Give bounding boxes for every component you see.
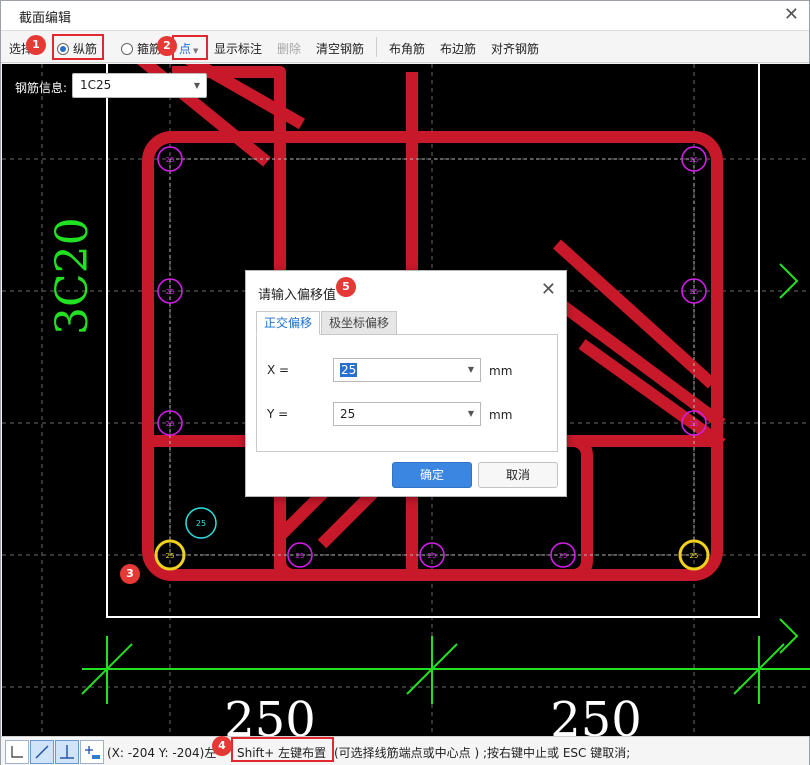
x-offset-value: 25 bbox=[340, 363, 358, 377]
badge-3: 3 bbox=[120, 564, 140, 584]
chevron-down-icon: ▼ bbox=[467, 365, 474, 374]
section-editor-window: 截面编辑 ✕ 选择 纵筋 箍筋 点 ▼ 显示标注 删除 清空钢筋 布角筋 布边筋 … bbox=[0, 0, 810, 765]
rebar-info-value: 1C25 bbox=[80, 78, 112, 92]
badge-4: 4 bbox=[212, 736, 232, 756]
rebar-label: 25 bbox=[690, 420, 699, 428]
close-icon[interactable]: ✕ bbox=[541, 279, 556, 300]
y-unit: mm bbox=[489, 408, 513, 422]
toolbar: 选择 纵筋 箍筋 点 ▼ 显示标注 删除 清空钢筋 布角筋 布边筋 对齐钢筋 bbox=[1, 31, 809, 63]
chevron-down-icon: ▼ bbox=[467, 409, 474, 418]
x-label: X = bbox=[267, 363, 290, 377]
dialog-title: 请输入偏移值 bbox=[258, 288, 337, 303]
title-bar: 截面编辑 ✕ bbox=[1, 1, 809, 31]
badge-1: 1 bbox=[26, 35, 46, 55]
offset-dialog: 请输入偏移值 ✕ 正交偏移 极坐标偏移 X = 25 ▼ mm Y = 25 ▼… bbox=[245, 270, 567, 497]
badge-5: 5 bbox=[336, 277, 356, 297]
stirrup-radio[interactable]: 箍筋 bbox=[121, 40, 161, 57]
ortho-snap-icon[interactable] bbox=[5, 740, 29, 764]
edge-rebar-button[interactable]: 布边筋 bbox=[440, 40, 476, 57]
rebar-label: 25 bbox=[296, 552, 305, 560]
y-label: Y = bbox=[267, 407, 289, 421]
rebar-info-label: 钢筋信息: bbox=[15, 81, 68, 95]
badge-2: 2 bbox=[157, 36, 177, 56]
rebar-info-select[interactable]: 1C25 ▼ bbox=[72, 73, 207, 98]
x-offset-input[interactable]: 25 ▼ bbox=[333, 358, 481, 382]
tab-polar-offset[interactable]: 极坐标偏移 bbox=[321, 311, 398, 335]
perpendicular-snap-icon[interactable] bbox=[55, 740, 79, 764]
dimension-right-text: 250 bbox=[550, 692, 642, 736]
side-rebar-label: 3C20 bbox=[47, 217, 98, 335]
rebar-label: 25 bbox=[428, 552, 437, 560]
toolbar-divider bbox=[376, 37, 377, 57]
delete-button[interactable]: 删除 bbox=[277, 40, 301, 57]
rebar-label: 25 bbox=[690, 156, 699, 164]
status-bar: (X: -204 Y: -204)左 Shift+ 左键布置 (可选择线筋端点或… bbox=[1, 736, 809, 765]
ok-button[interactable]: 确定 bbox=[392, 462, 472, 488]
close-icon[interactable]: ✕ bbox=[784, 5, 799, 25]
align-rebar-button[interactable]: 对齐钢筋 bbox=[491, 40, 539, 57]
highlight-hint bbox=[231, 737, 334, 762]
highlight-longitudinal bbox=[52, 34, 104, 60]
y-offset-value: 25 bbox=[340, 407, 356, 421]
x-unit: mm bbox=[489, 364, 513, 378]
clear-rebar-button[interactable]: 清空钢筋 bbox=[316, 40, 364, 57]
cursor-bar-label: 25 bbox=[196, 519, 206, 528]
cursor-coordinates: (X: -204 Y: -204)左 bbox=[107, 746, 217, 760]
tab-ortho-offset[interactable]: 正交偏移 bbox=[256, 311, 321, 335]
dimension-left-text: 250 bbox=[224, 692, 316, 736]
window-title: 截面编辑 bbox=[19, 11, 72, 26]
corner-rebar-button[interactable]: 布角筋 bbox=[389, 40, 425, 57]
y-offset-input[interactable]: 25 ▼ bbox=[333, 402, 481, 426]
rebar-label: 25 bbox=[166, 288, 175, 296]
chevron-down-icon: ▼ bbox=[193, 81, 200, 90]
ortho-offset-panel: X = 25 ▼ mm Y = 25 ▼ mm bbox=[256, 334, 558, 452]
cancel-button[interactable]: 取消 bbox=[478, 462, 558, 488]
line-snap-icon[interactable] bbox=[30, 740, 54, 764]
rebar-label: 25 bbox=[166, 552, 175, 560]
status-hint-text: (可选择线筋端点或中心点 ) ;按右键中止或 ESC 键取消; bbox=[334, 746, 631, 760]
rebar-label: 25 bbox=[166, 420, 175, 428]
rebar-label: 25 bbox=[559, 552, 568, 560]
rebar-label: 25 bbox=[166, 156, 175, 164]
add-snap-icon[interactable] bbox=[80, 740, 104, 764]
show-annotation-button[interactable]: 显示标注 bbox=[214, 40, 262, 57]
rebar-label: 25 bbox=[690, 552, 699, 560]
highlight-mode bbox=[172, 35, 208, 60]
radio-unchecked-icon bbox=[121, 43, 133, 55]
rebar-label: 25 bbox=[690, 288, 699, 296]
